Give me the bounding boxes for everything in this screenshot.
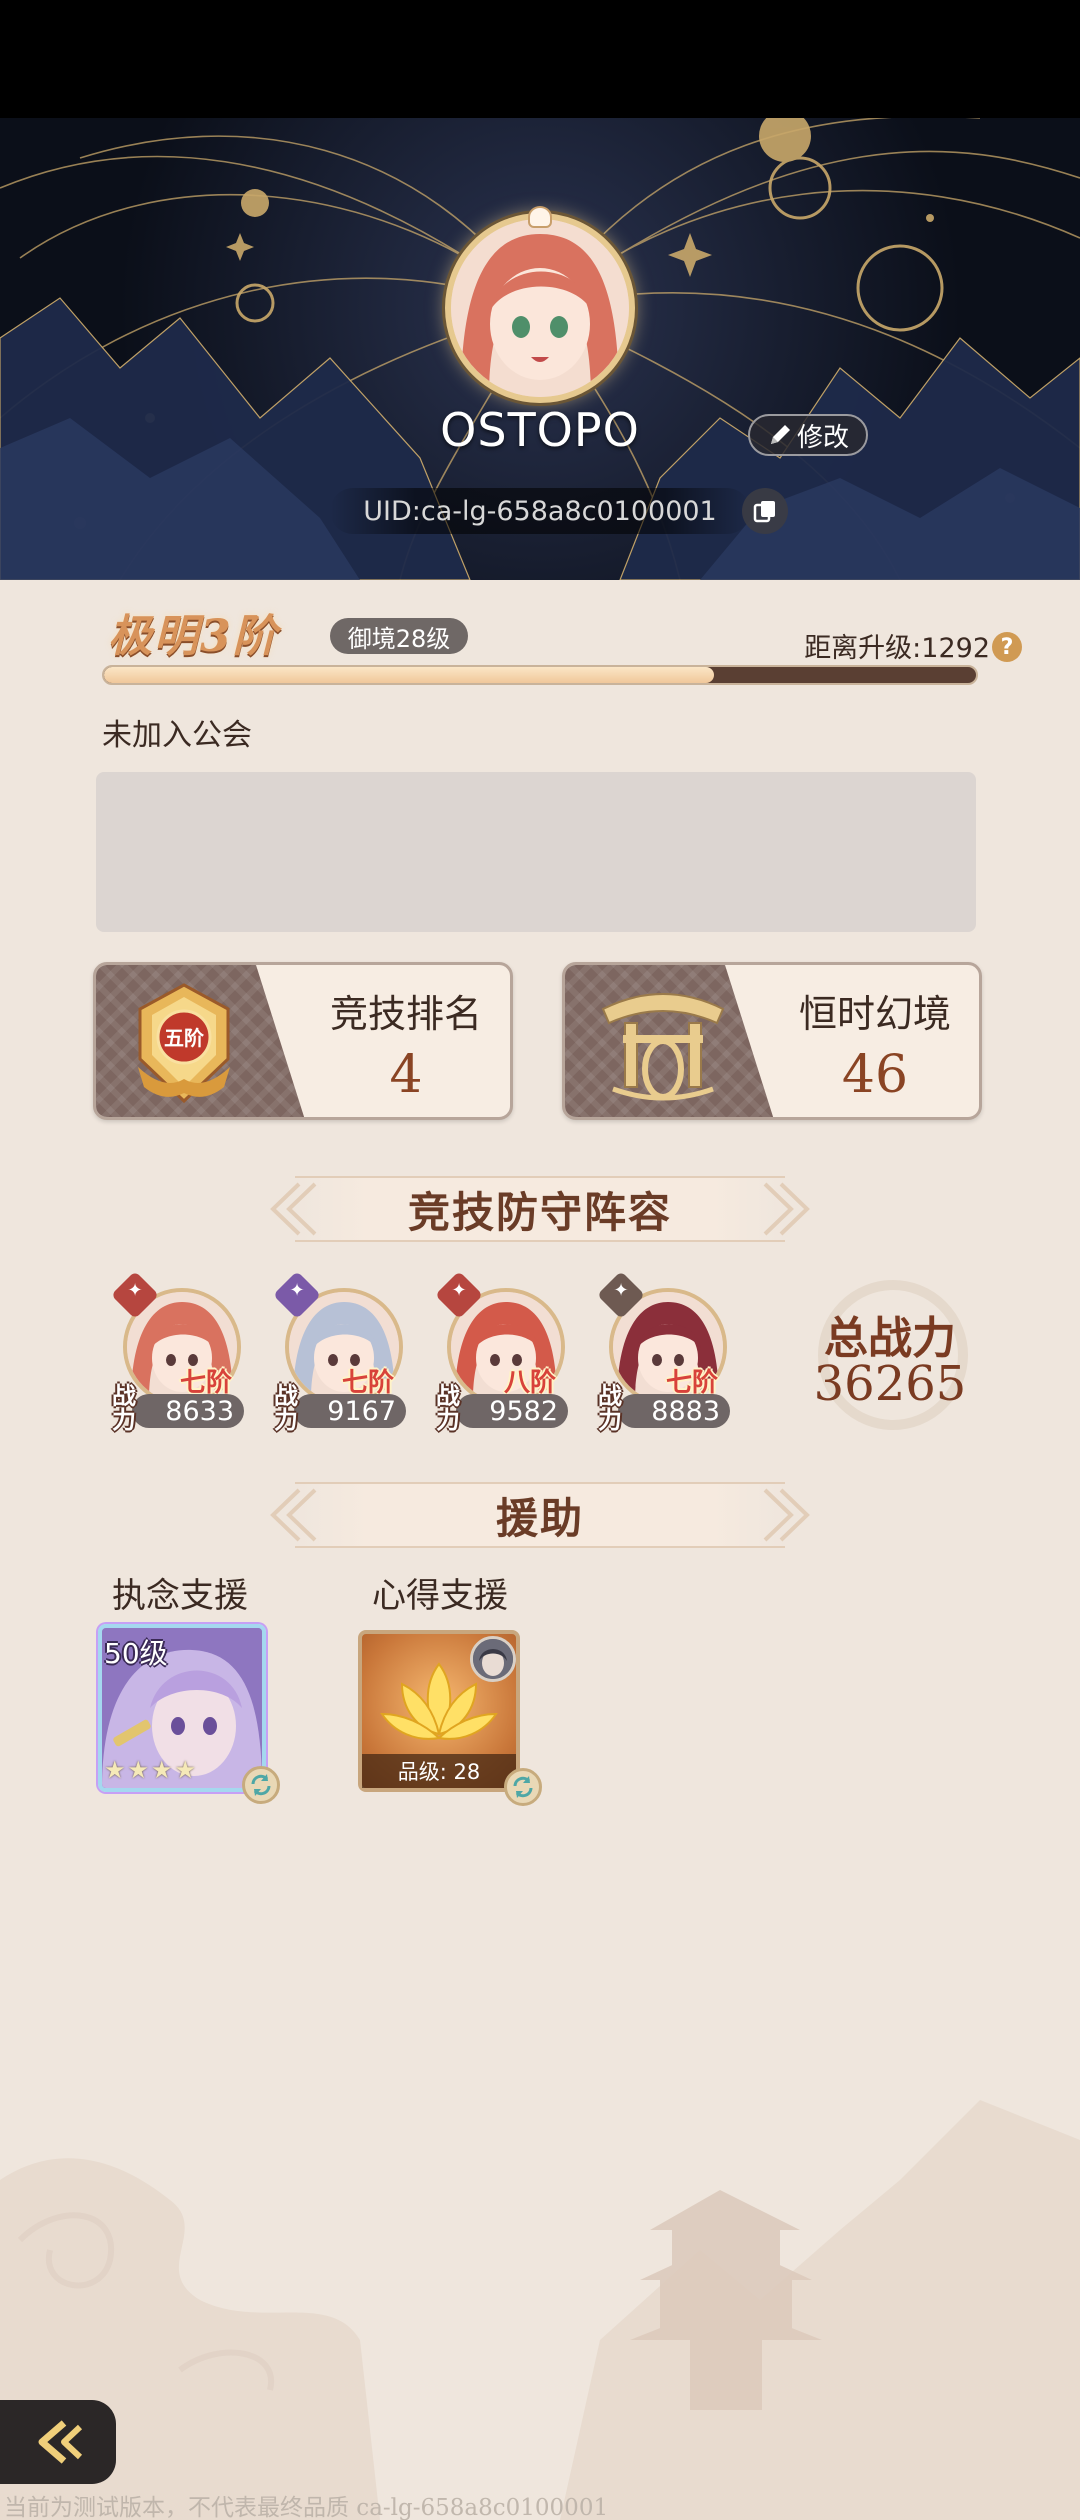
defense-hero-4[interactable]: ✦ 七阶 8883 战力 [596,1270,734,1438]
hero-rank: 七阶 [342,1368,395,1398]
player-avatar[interactable] [445,213,635,403]
right-chevron-decoration-icon [763,1182,810,1236]
obsession-level: 50级 [104,1637,168,1670]
element-icon: ✦ [127,1280,143,1301]
star-icon: ★ [127,1756,150,1784]
hero-rank: 七阶 [666,1368,719,1398]
swap-obsession-button[interactable] [242,1766,280,1804]
realm-level-badge: 御境28级 [330,618,468,654]
arena-ranking-card[interactable]: 五阶 竞技排名 4 [93,962,513,1120]
defense-lineup-title: 竞技防守阵容 [407,1187,672,1237]
element-icon: ✦ [289,1280,305,1301]
exp-to-next-level: 距离升级:1292 [804,633,990,664]
avatar-frame-badge [528,206,552,228]
element-icon: ✦ [613,1280,629,1301]
pavilion-scenery-decoration [0,2100,1080,2520]
test-version-watermark: 当前为测试版本，不代表最终品质 ca-lg-658a8c0100001 [4,2495,609,2520]
arena-ranking-label: 竞技排名 [329,992,482,1036]
emblem-text: 五阶 [164,1026,205,1050]
status-bar [0,0,1080,118]
obsession-support-label: 执念支援 [112,1576,248,1616]
star-icon: ★ [174,1756,197,1784]
arena-rank-emblem-icon: 五阶 [138,983,230,1104]
rank-title: 极明3阶 [108,611,279,662]
defense-lineup-header: 竞技防守阵容 [255,1176,825,1242]
exp-progress-bar [102,665,978,685]
profile-banner: OSTOPO 修改 UID:ca-lg-658a8c0100001 [0,118,1080,580]
avatar-portrait-icon [451,219,629,397]
element-icon: ✦ [451,1280,467,1301]
refresh-icon [513,1776,533,1798]
defense-hero-3[interactable]: ✦ 八阶 9582 战力 [434,1270,572,1438]
star-icon: ★ [104,1756,126,1784]
illusion-realm-card[interactable]: 恒时幻境 46 [562,962,982,1120]
left-chevron-decoration-icon [270,1488,317,1542]
hero-rank: 八阶 [504,1368,557,1398]
defense-hero-2[interactable]: ✦ 七阶 9167 战力 [272,1270,410,1438]
guild-info-panel [96,772,976,932]
illusion-realm-label: 恒时幻境 [798,992,951,1036]
hero-power-tag: 战力 [436,1382,460,1434]
star-icon: ★ [151,1756,173,1784]
assist-title: 援助 [495,1493,584,1543]
edit-label: 修改 [796,422,849,453]
obsession-star-rating: ★ ★ ★ ★ [104,1756,250,1784]
left-chevron-decoration-icon [270,1182,317,1236]
hero-power: 9167 [294,1394,406,1428]
back-arrow-icon [38,2420,83,2464]
hero-power-tag: 战力 [274,1382,298,1434]
copy-icon [753,501,775,523]
insight-grade: 品级: 28 [362,1754,516,1788]
hero-power: 9582 [456,1394,568,1428]
illusion-gate-emblem-icon [601,993,725,1101]
insight-owner-avatar [470,1636,516,1682]
edit-name-button[interactable]: 修改 [748,414,868,456]
total-power-panel: 总战力 36265 [780,1280,1000,1430]
insight-support-label: 心得支援 [372,1576,508,1616]
refresh-icon [251,1774,271,1796]
swap-insight-button[interactable] [504,1768,542,1806]
exp-progress-fill [104,667,715,683]
total-power-value: 36265 [813,1356,967,1412]
arena-ranking-value: 4 [389,1045,423,1105]
player-name: OSTOPO [440,403,640,457]
back-button[interactable] [0,2400,116,2484]
hero-power-tag: 战力 [598,1382,622,1434]
hero-rank: 七阶 [180,1368,233,1398]
pencil-icon [770,425,790,444]
guild-status: 未加入公会 [102,718,252,753]
character-avatar-icon [473,1639,513,1679]
copy-uid-button[interactable] [742,488,788,534]
defense-hero-1[interactable]: ✦ 七阶 8633 战力 [110,1270,248,1438]
illusion-realm-value: 46 [841,1045,909,1105]
uid-text: UID:ca-lg-658a8c0100001 [330,488,750,534]
hero-power: 8883 [618,1394,730,1428]
assist-header: 援助 [255,1482,825,1548]
hero-power-tag: 战力 [112,1382,136,1434]
hero-power: 8633 [132,1394,244,1428]
right-chevron-decoration-icon [763,1488,810,1542]
help-icon[interactable]: ? [992,632,1022,662]
